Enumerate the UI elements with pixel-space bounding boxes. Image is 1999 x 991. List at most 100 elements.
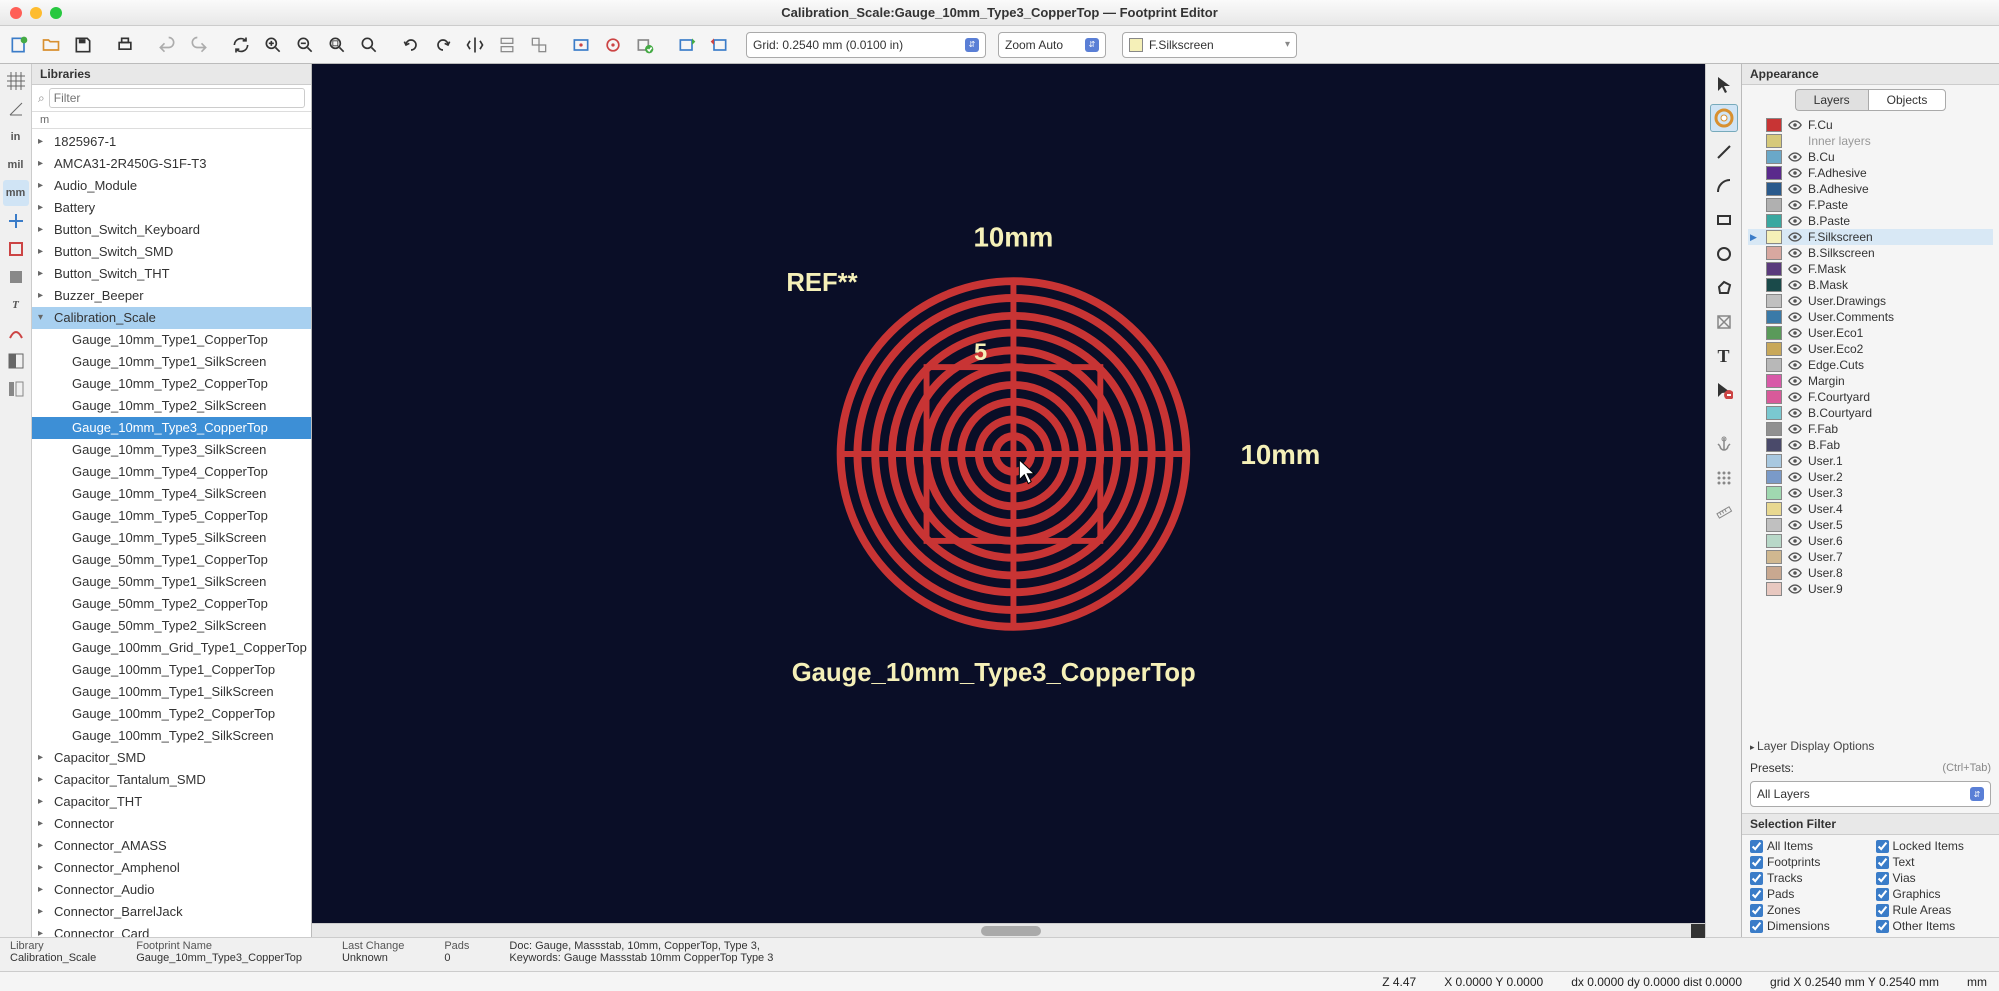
layer-row[interactable]: ▶F.Courtyard bbox=[1748, 389, 1993, 405]
visibility-icon[interactable] bbox=[1788, 518, 1802, 532]
canvas-horizontal-scrollbar[interactable] bbox=[312, 923, 1705, 937]
close-window-icon[interactable] bbox=[10, 7, 22, 19]
layer-row[interactable]: ▶User.Eco2 bbox=[1748, 341, 1993, 357]
tree-folder[interactable]: ▸Button_Switch_SMD bbox=[32, 241, 311, 263]
visibility-icon[interactable] bbox=[1788, 534, 1802, 548]
print-button[interactable] bbox=[110, 30, 140, 60]
layer-row[interactable]: ▶User.7 bbox=[1748, 549, 1993, 565]
zoom-out-button[interactable] bbox=[290, 30, 320, 60]
pad-fill-button[interactable] bbox=[3, 264, 29, 290]
tree-item[interactable]: Gauge_100mm_Type2_CopperTop bbox=[32, 703, 311, 725]
units-mm-button[interactable]: mm bbox=[3, 180, 29, 206]
visibility-icon[interactable] bbox=[1788, 582, 1802, 596]
rect-tool-button[interactable] bbox=[1710, 206, 1738, 234]
filter-checkbox[interactable]: Other Items bbox=[1876, 919, 1992, 933]
tree-item[interactable]: Gauge_10mm_Type2_SilkScreen bbox=[32, 395, 311, 417]
tree-folder[interactable]: ▸Connector bbox=[32, 813, 311, 835]
circle-tool-button[interactable] bbox=[1710, 240, 1738, 268]
rotate-ccw-button[interactable] bbox=[396, 30, 426, 60]
line-tool-button[interactable] bbox=[1710, 138, 1738, 166]
presets-combo[interactable]: All Layers⇵ bbox=[1750, 781, 1991, 807]
tree-item[interactable]: Gauge_10mm_Type1_CopperTop bbox=[32, 329, 311, 351]
tree-item[interactable]: Gauge_100mm_Type2_SilkScreen bbox=[32, 725, 311, 747]
layer-row[interactable]: ▶Edge.Cuts bbox=[1748, 357, 1993, 373]
visibility-icon[interactable] bbox=[1788, 342, 1802, 356]
tree-item[interactable]: Gauge_10mm_Type3_SilkScreen bbox=[32, 439, 311, 461]
visibility-icon[interactable] bbox=[1788, 118, 1802, 132]
footprint-check-button[interactable] bbox=[630, 30, 660, 60]
polar-coords-button[interactable] bbox=[3, 96, 29, 122]
visibility-icon[interactable] bbox=[1788, 358, 1802, 372]
layer-row[interactable]: ▶User.8 bbox=[1748, 565, 1993, 581]
visibility-icon[interactable] bbox=[1788, 214, 1802, 228]
tree-folder[interactable]: ▸Button_Switch_Keyboard bbox=[32, 219, 311, 241]
tree-item[interactable]: Gauge_100mm_Type1_SilkScreen bbox=[32, 681, 311, 703]
layer-row[interactable]: ▶User.3 bbox=[1748, 485, 1993, 501]
visibility-icon[interactable] bbox=[1788, 374, 1802, 388]
layer-row[interactable]: ▶F.Paste bbox=[1748, 197, 1993, 213]
visibility-icon[interactable] bbox=[1788, 166, 1802, 180]
units-mil-button[interactable]: mil bbox=[3, 152, 29, 178]
visibility-icon[interactable] bbox=[1788, 278, 1802, 292]
filter-checkbox[interactable]: Pads bbox=[1750, 887, 1866, 901]
tree-item[interactable]: Gauge_10mm_Type5_CopperTop bbox=[32, 505, 311, 527]
mirror-v-button[interactable] bbox=[492, 30, 522, 60]
visibility-icon[interactable] bbox=[1788, 134, 1802, 148]
polygon-tool-button[interactable] bbox=[1710, 274, 1738, 302]
tree-item[interactable]: Gauge_10mm_Type5_SilkScreen bbox=[32, 527, 311, 549]
tree-item[interactable]: Gauge_100mm_Grid_Type1_CopperTop bbox=[32, 637, 311, 659]
footprint-properties-button[interactable] bbox=[566, 30, 596, 60]
visibility-icon[interactable] bbox=[1788, 550, 1802, 564]
minimize-window-icon[interactable] bbox=[30, 7, 42, 19]
text-tool-button[interactable]: T bbox=[1710, 342, 1738, 370]
tree-folder[interactable]: ▸Capacitor_Tantalum_SMD bbox=[32, 769, 311, 791]
refresh-button[interactable] bbox=[226, 30, 256, 60]
tree-item[interactable]: Gauge_10mm_Type3_CopperTop bbox=[32, 417, 311, 439]
layer-row[interactable]: ▶Inner layers bbox=[1748, 133, 1993, 149]
tree-folder[interactable]: ▸Connector_Card bbox=[32, 923, 311, 937]
layer-row[interactable]: ▶B.Fab bbox=[1748, 437, 1993, 453]
layer-row[interactable]: ▶F.Silkscreen bbox=[1748, 229, 1993, 245]
layer-row[interactable]: ▶User.Comments bbox=[1748, 309, 1993, 325]
filter-checkbox[interactable]: All Items bbox=[1750, 839, 1866, 853]
tree-folder[interactable]: ▸Battery bbox=[32, 197, 311, 219]
tree-folder[interactable]: ▸Connector_AMASS bbox=[32, 835, 311, 857]
editor-canvas[interactable]: 10mm 10mm 5 REF** Gauge_10mm_Type3_Coppe… bbox=[312, 64, 1705, 923]
library-tree[interactable]: ▸1825967-1▸AMCA31-2R450G-S1F-T3▸Audio_Mo… bbox=[32, 129, 311, 937]
grid-origin-button[interactable] bbox=[1710, 464, 1738, 492]
contrast-display-button[interactable] bbox=[3, 348, 29, 374]
tree-folder[interactable]: ▸Capacitor_THT bbox=[32, 791, 311, 813]
layer-row[interactable]: ▶B.Silkscreen bbox=[1748, 245, 1993, 261]
tree-item[interactable]: Gauge_50mm_Type1_CopperTop bbox=[32, 549, 311, 571]
visibility-icon[interactable] bbox=[1788, 198, 1802, 212]
select-tool-button[interactable] bbox=[1710, 70, 1738, 98]
insert-footprint-button[interactable] bbox=[704, 30, 734, 60]
tree-item[interactable]: Gauge_10mm_Type2_CopperTop bbox=[32, 373, 311, 395]
tree-folder[interactable]: ▸Connector_BarrelJack bbox=[32, 901, 311, 923]
tree-folder[interactable]: ▸Capacitor_SMD bbox=[32, 747, 311, 769]
delete-tool-button[interactable] bbox=[1710, 376, 1738, 404]
keepout-tool-button[interactable] bbox=[1710, 308, 1738, 336]
layer-row[interactable]: ▶B.Courtyard bbox=[1748, 405, 1993, 421]
filter-checkbox[interactable]: Tracks bbox=[1750, 871, 1866, 885]
visibility-icon[interactable] bbox=[1788, 566, 1802, 580]
layer-row[interactable]: ▶User.6 bbox=[1748, 533, 1993, 549]
tree-item[interactable]: Gauge_10mm_Type1_SilkScreen bbox=[32, 351, 311, 373]
tab-layers[interactable]: Layers bbox=[1795, 89, 1868, 111]
filter-checkbox[interactable]: Zones bbox=[1750, 903, 1866, 917]
tree-folder[interactable]: ▸Connector_Audio bbox=[32, 879, 311, 901]
visibility-icon[interactable] bbox=[1788, 326, 1802, 340]
arc-tool-button[interactable] bbox=[1710, 172, 1738, 200]
zoom-combo[interactable]: Zoom Auto⇵ bbox=[998, 32, 1106, 58]
undo-button[interactable] bbox=[152, 30, 182, 60]
rotate-cw-button[interactable] bbox=[428, 30, 458, 60]
tab-objects[interactable]: Objects bbox=[1868, 89, 1947, 111]
pad-display-button[interactable] bbox=[3, 236, 29, 262]
tree-folder[interactable]: ▸Button_Switch_THT bbox=[32, 263, 311, 285]
tree-item[interactable]: Gauge_10mm_Type4_CopperTop bbox=[32, 461, 311, 483]
visibility-icon[interactable] bbox=[1788, 294, 1802, 308]
redo-button[interactable] bbox=[184, 30, 214, 60]
measure-tool-button[interactable] bbox=[1710, 498, 1738, 526]
visibility-icon[interactable] bbox=[1788, 438, 1802, 452]
visibility-icon[interactable] bbox=[1788, 150, 1802, 164]
